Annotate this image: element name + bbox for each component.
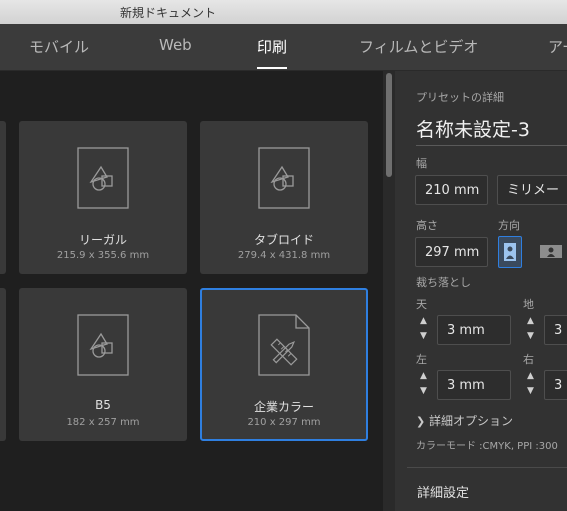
- preset-name: B5: [95, 398, 111, 412]
- details-header: プリセットの詳細: [416, 91, 504, 104]
- bleed-right-input[interactable]: 3: [544, 370, 567, 400]
- height-input[interactable]: 297 mm: [415, 237, 488, 267]
- advanced-options-label: 詳細オプション: [429, 414, 514, 428]
- document-name-input[interactable]: 名称未設定-3: [416, 115, 530, 142]
- category-tabbar: モバイル Web 印刷 フィルムとビデオ アー: [0, 24, 567, 71]
- tab-art[interactable]: アー: [548, 36, 567, 57]
- active-tab-indicator: [257, 67, 287, 69]
- shapes-document-icon: [258, 147, 310, 209]
- bleed-left-label: 左: [416, 353, 427, 366]
- name-underline: [416, 145, 567, 146]
- preset-card-partial[interactable]: [0, 288, 6, 441]
- bleed-top-input[interactable]: 3 mm: [437, 315, 511, 345]
- landscape-button[interactable]: [536, 236, 566, 266]
- scrollbar-thumb[interactable]: [386, 73, 392, 177]
- chevron-down-icon[interactable]: ▼: [420, 331, 427, 341]
- pencil-ruler-document-icon: [258, 314, 310, 376]
- orientation-label: 方向: [498, 219, 520, 232]
- tab-web[interactable]: Web: [159, 36, 192, 54]
- chevron-up-icon[interactable]: ▲: [420, 371, 427, 381]
- panel-divider: [407, 467, 567, 468]
- color-mode-summary: カラーモード :CMYK, PPI :300: [416, 441, 558, 452]
- bleed-left-input[interactable]: 3 mm: [437, 370, 511, 400]
- preset-grid: リーガル 215.9 x 355.6 mm タブロイド 279.4 x 431.…: [0, 71, 383, 511]
- unit-select[interactable]: ミリメー: [497, 175, 567, 205]
- preset-size: 215.9 x 355.6 mm: [56, 250, 150, 261]
- preset-card-tabloid[interactable]: タブロイド 279.4 x 431.8 mm: [200, 121, 368, 274]
- chevron-up-icon[interactable]: ▲: [420, 316, 427, 326]
- chevron-down-icon[interactable]: ▼: [527, 386, 534, 396]
- preset-card-b5[interactable]: B5 182 x 257 mm: [19, 288, 187, 441]
- tab-film-video[interactable]: フィルムとビデオ: [359, 36, 478, 57]
- preset-size: 210 x 297 mm: [247, 417, 321, 428]
- preset-size: 279.4 x 431.8 mm: [237, 250, 331, 261]
- chevron-down-icon[interactable]: ▼: [420, 386, 427, 396]
- window-titlebar: 新規ドキュメント: [0, 0, 567, 25]
- bleed-right-label: 右: [523, 353, 534, 366]
- preset-card-corporate-color[interactable]: 企業カラー 210 x 297 mm: [200, 288, 368, 441]
- tab-print[interactable]: 印刷: [257, 36, 287, 57]
- window-title: 新規ドキュメント: [120, 6, 217, 20]
- chevron-up-icon[interactable]: ▲: [527, 371, 534, 381]
- chevron-down-icon[interactable]: ▼: [527, 331, 534, 341]
- bleed-bottom-input[interactable]: 3: [544, 315, 567, 345]
- height-label: 高さ: [416, 219, 438, 232]
- tab-mobile[interactable]: モバイル: [29, 36, 89, 57]
- preset-size: 182 x 257 mm: [66, 417, 140, 428]
- bleed-top-stepper[interactable]: ▲ ▼: [416, 315, 434, 345]
- detail-settings-button[interactable]: 詳細設定: [417, 482, 469, 501]
- preset-name: リーガル: [78, 233, 127, 247]
- shapes-document-icon: [77, 314, 129, 376]
- preset-card-legal[interactable]: リーガル 215.9 x 355.6 mm: [19, 121, 187, 274]
- preset-card-partial[interactable]: [0, 121, 6, 274]
- bleed-bottom-stepper[interactable]: ▲ ▼: [523, 315, 541, 345]
- chevron-right-icon: ❯: [416, 415, 426, 428]
- preset-name: タブロイド: [253, 233, 314, 247]
- landscape-icon: [540, 245, 562, 258]
- bleed-right-stepper[interactable]: ▲ ▼: [523, 370, 541, 400]
- bleed-left-stepper[interactable]: ▲ ▼: [416, 370, 434, 400]
- bleed-bottom-label: 地: [523, 298, 534, 311]
- chevron-up-icon[interactable]: ▲: [527, 316, 534, 326]
- preset-name: 企業カラー: [253, 400, 314, 414]
- portrait-icon: [504, 243, 516, 261]
- bleed-top-label: 天: [416, 298, 427, 311]
- bleed-label: 裁ち落とし: [416, 276, 471, 289]
- portrait-button[interactable]: [498, 236, 522, 268]
- width-input[interactable]: 210 mm: [415, 175, 488, 205]
- shapes-document-icon: [77, 147, 129, 209]
- preset-details-panel: プリセットの詳細 名称未設定-3 幅 210 mm ミリメー 高さ 方向 297…: [395, 71, 567, 511]
- advanced-options-toggle[interactable]: ❯ 詳細オプション: [416, 412, 513, 429]
- width-label: 幅: [416, 157, 427, 170]
